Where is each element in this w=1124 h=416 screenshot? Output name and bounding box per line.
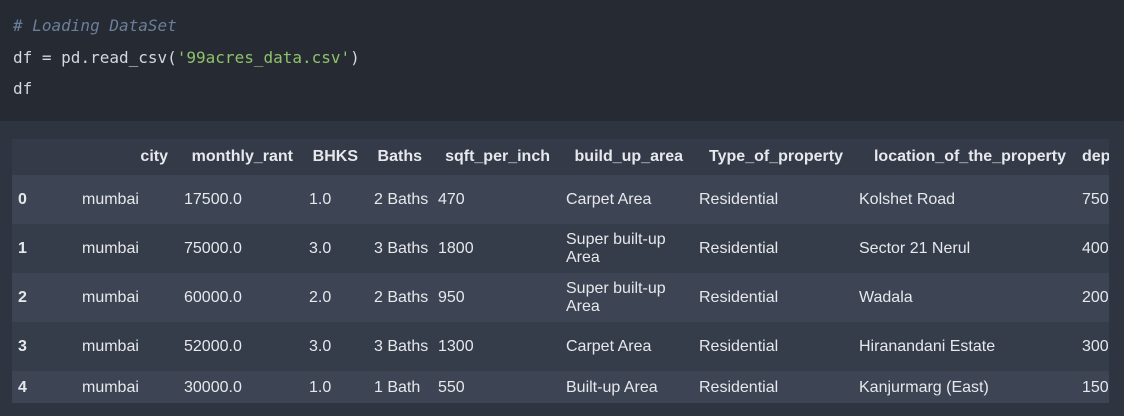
code-cell[interactable]: # Loading DataSet df = pd.read_csv('99ac… [0, 0, 1124, 121]
cell-city: mumbai [82, 378, 139, 396]
cell-city: mumbai [82, 337, 139, 355]
cell-dep: 2000 [1082, 288, 1109, 306]
cell-location: Kolshet Road [859, 190, 956, 208]
table-row: 1 mumbai 75000.0 3.0 3 Baths 1800 Super … [12, 224, 1109, 273]
cell-sqft: 1300 [438, 337, 474, 355]
row-index: 1 [18, 239, 27, 257]
column-header-location: location_of_the_property [873, 148, 1066, 165]
cell-monthly-rant: 60000.0 [184, 288, 242, 306]
var-df: df [13, 48, 33, 67]
csv-filename-string: '99acres_data.csv' [176, 48, 351, 67]
read-csv-call: pd.read_csv( [61, 48, 177, 67]
assign-operator: = [32, 48, 62, 67]
cell-dep: 1500 [1082, 378, 1109, 396]
row-index: 2 [18, 288, 27, 306]
cell-dep: 7500 [1082, 190, 1109, 208]
code-comment: # Loading DataSet [13, 16, 177, 36]
table-header-row: city monthly_rant BHKS Baths sqft_per_in… [12, 139, 1109, 175]
cell-location: Kanjurmarg (East) [859, 378, 989, 396]
code-line-df: df [13, 79, 32, 99]
cell-sqft: 950 [438, 288, 465, 306]
cell-type: Residential [699, 378, 779, 396]
cell-build-up-area: Built-up Area [566, 378, 658, 396]
cell-city: mumbai [82, 239, 139, 257]
cell-build-up-area: Carpet Area [566, 337, 652, 355]
cell-bhks: 1.0 [309, 190, 332, 208]
cell-bhks: 3.0 [309, 239, 332, 257]
cell-city: mumbai [82, 190, 139, 208]
cell-dep: 4000 [1082, 239, 1109, 257]
column-header-baths: Baths [377, 148, 422, 165]
cell-baths: 3 Baths [374, 239, 429, 257]
column-header-city: city [140, 148, 168, 165]
column-header-sqft-per-inch: sqft_per_inch [445, 148, 550, 165]
cell-bhks: 2.0 [309, 288, 332, 306]
cell-baths: 1 Bath [374, 378, 421, 396]
row-index: 3 [18, 337, 27, 355]
cell-baths: 2 Baths [374, 288, 429, 306]
cell-monthly-rant: 75000.0 [184, 239, 242, 257]
cell-build-up-area: Super built-up Area [566, 279, 666, 315]
cell-city: mumbai [82, 288, 139, 306]
cell-sqft: 1800 [438, 239, 474, 257]
cell-sqft: 550 [438, 378, 465, 396]
cell-build-up-area: Carpet Area [566, 190, 652, 208]
table-row: 4 mumbai 30000.0 1.0 1 Bath 550 Built-up… [12, 371, 1109, 403]
cell-type: Residential [699, 190, 779, 208]
column-header-index [12, 139, 74, 175]
close-paren: ) [350, 48, 360, 67]
row-index: 4 [18, 378, 27, 396]
cell-sqft: 470 [438, 190, 465, 208]
cell-baths: 2 Baths [374, 190, 429, 208]
column-header-monthly-rant: monthly_rant [191, 148, 293, 165]
df-display: df [13, 79, 33, 98]
cell-monthly-rant: 30000.0 [184, 378, 242, 396]
column-header-build-up-area: build_up_area [574, 148, 683, 165]
cell-type: Residential [699, 337, 779, 355]
cell-location: Hiranandani Estate [859, 337, 996, 355]
cell-baths: 3 Baths [374, 337, 429, 355]
cell-dep: 3000 [1082, 337, 1109, 355]
output-area: city monthly_rant BHKS Baths sqft_per_in… [0, 121, 1124, 416]
table-row: 0 mumbai 17500.0 1.0 2 Baths 470 Carpet … [12, 175, 1109, 224]
column-header-type-of-property: Type_of_property [709, 148, 843, 165]
column-header-bhks: BHKS [312, 148, 358, 165]
dataframe-output: city monthly_rant BHKS Baths sqft_per_in… [12, 139, 1109, 403]
cell-bhks: 1.0 [309, 378, 332, 396]
cell-build-up-area: Super built-up Area [566, 230, 666, 266]
cell-type: Residential [699, 239, 779, 257]
table-row: 2 mumbai 60000.0 2.0 2 Baths 950 Super b… [12, 273, 1109, 322]
cell-bhks: 3.0 [309, 337, 332, 355]
cell-location: Sector 21 Nerul [859, 239, 971, 257]
row-index: 0 [18, 190, 27, 208]
dataframe-table: city monthly_rant BHKS Baths sqft_per_in… [12, 139, 1109, 403]
cell-type: Residential [699, 288, 779, 306]
column-header-dep: dep [1082, 148, 1109, 165]
table-row: 3 mumbai 52000.0 3.0 3 Baths 1300 Carpet… [12, 322, 1109, 371]
cell-monthly-rant: 17500.0 [184, 190, 242, 208]
comment-text: # Loading DataSet [13, 16, 177, 35]
cell-monthly-rant: 52000.0 [184, 337, 242, 355]
code-line-read-csv: df = pd.read_csv('99acres_data.csv') [13, 48, 360, 68]
cell-location: Wadala [859, 288, 913, 306]
